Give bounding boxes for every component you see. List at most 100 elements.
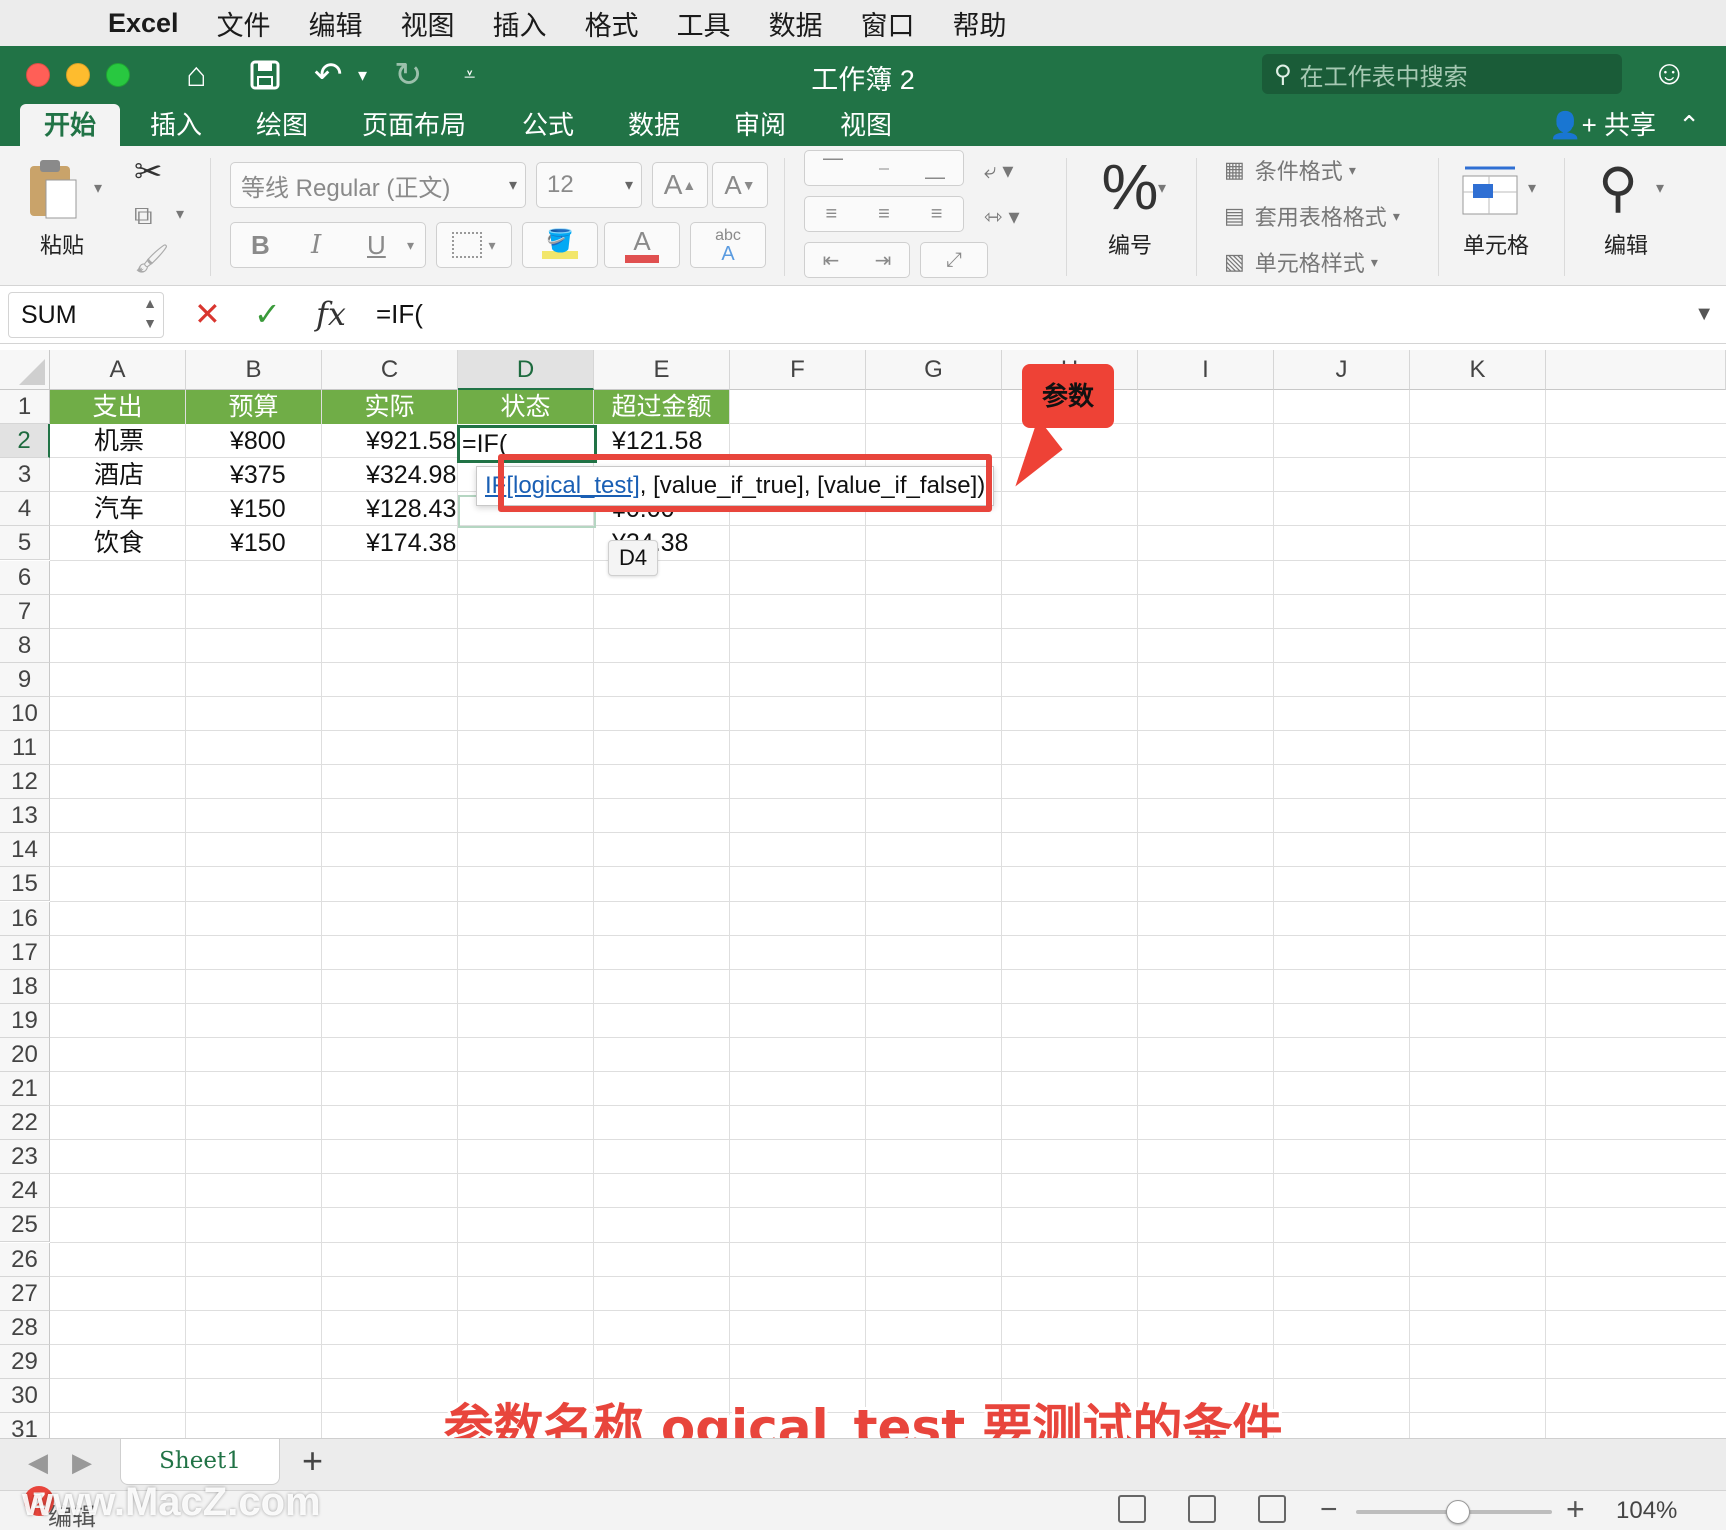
align-center-icon[interactable]: ≡ bbox=[878, 203, 890, 226]
borders-button[interactable]: ▾ bbox=[436, 222, 512, 268]
column-header-f[interactable]: F bbox=[730, 350, 866, 390]
row-header-5[interactable]: 5 bbox=[0, 526, 50, 561]
zoom-out-button[interactable]: − bbox=[1320, 1493, 1338, 1527]
insert-function-icon[interactable]: fx bbox=[316, 294, 346, 334]
row-header-3[interactable]: 3 bbox=[0, 458, 50, 493]
row-header-28[interactable]: 28 bbox=[0, 1310, 50, 1345]
select-all-corner[interactable] bbox=[0, 350, 50, 390]
customize-toolbar-icon[interactable]: ⩡ bbox=[464, 54, 475, 96]
home-icon[interactable]: ⌂ bbox=[186, 54, 207, 96]
paste-button[interactable] bbox=[24, 158, 84, 222]
page-break-view-icon[interactable] bbox=[1258, 1495, 1286, 1523]
header-cell[interactable]: 超过金额 bbox=[594, 390, 729, 424]
bold-button[interactable]: B bbox=[251, 230, 270, 261]
conditional-format-button[interactable]: ▦ 条件格式 ▾ bbox=[1224, 154, 1356, 186]
font-name-select[interactable]: 等线 Regular (正文) ▾ bbox=[230, 162, 526, 208]
row-header-6[interactable]: 6 bbox=[0, 560, 50, 595]
cell-e2[interactable]: ¥121.58 bbox=[612, 424, 702, 458]
cell-c3[interactable]: ¥324.98 bbox=[366, 458, 456, 492]
cell-b4[interactable]: ¥150 bbox=[230, 492, 286, 526]
cell-a4[interactable]: 汽车 bbox=[94, 492, 144, 526]
cell-a2[interactable]: 机票 bbox=[94, 424, 144, 458]
row-header-4[interactable]: 4 bbox=[0, 492, 50, 527]
column-header-e[interactable]: E bbox=[594, 350, 730, 390]
zoom-window-button[interactable] bbox=[106, 63, 130, 87]
row-header-12[interactable]: 12 bbox=[0, 765, 50, 800]
phonetic-button[interactable]: abc A bbox=[690, 222, 766, 268]
minimize-window-button[interactable] bbox=[66, 63, 90, 87]
prev-sheet-icon[interactable]: ◀ bbox=[28, 1447, 48, 1478]
tab-view[interactable]: 视图 bbox=[816, 104, 916, 146]
row-header-14[interactable]: 14 bbox=[0, 833, 50, 868]
row-header-11[interactable]: 11 bbox=[0, 731, 50, 765]
header-cell[interactable]: 状态 bbox=[458, 390, 593, 424]
cell-c2[interactable]: ¥921.58 bbox=[366, 424, 456, 458]
add-sheet-button[interactable]: + bbox=[302, 1441, 323, 1481]
format-painter-icon[interactable]: 🖌 bbox=[134, 242, 170, 275]
row-header-17[interactable]: 17 bbox=[0, 935, 50, 970]
normal-view-icon[interactable] bbox=[1118, 1495, 1146, 1523]
cell-b5[interactable]: ¥150 bbox=[230, 526, 286, 560]
expand-formula-bar-icon[interactable]: ▼ bbox=[1694, 294, 1714, 334]
editing-dropdown-icon[interactable]: ▾ bbox=[1656, 178, 1664, 198]
menu-file[interactable]: 文件 bbox=[217, 4, 271, 43]
cancel-formula-icon[interactable]: ✕ bbox=[194, 294, 221, 334]
menu-format[interactable]: 格式 bbox=[585, 4, 639, 43]
zoom-in-button[interactable]: + bbox=[1566, 1491, 1585, 1528]
row-header-19[interactable]: 19 bbox=[0, 1003, 50, 1038]
align-middle-icon[interactable]: ⎯ bbox=[879, 157, 889, 180]
row-header-27[interactable]: 27 bbox=[0, 1276, 50, 1311]
cell-b2[interactable]: ¥800 bbox=[230, 424, 286, 458]
align-right-icon[interactable]: ≡ bbox=[931, 203, 943, 226]
menu-data[interactable]: 数据 bbox=[769, 4, 823, 43]
search-input[interactable]: ⚲ 在工作表中搜索 bbox=[1262, 54, 1622, 94]
underline-dropdown-icon[interactable]: ▾ bbox=[407, 237, 414, 254]
row-header-26[interactable]: 26 bbox=[0, 1242, 50, 1277]
font-size-select[interactable]: 12 ▾ bbox=[536, 162, 642, 208]
row-header-2[interactable]: 2 bbox=[0, 424, 50, 459]
row-header-7[interactable]: 7 bbox=[0, 594, 50, 629]
cut-icon[interactable]: ✂ bbox=[134, 152, 163, 192]
font-color-button[interactable]: A bbox=[604, 222, 680, 268]
column-header-b[interactable]: B bbox=[186, 350, 322, 390]
feedback-smiley-icon[interactable]: ☺ bbox=[1652, 54, 1687, 93]
align-bottom-icon[interactable]: ⎽ bbox=[925, 157, 945, 180]
cell-c5[interactable]: ¥174.38 bbox=[366, 526, 456, 560]
vertical-align-group[interactable]: ⎺ ⎯ ⎽ bbox=[804, 150, 964, 186]
row-header-20[interactable]: 20 bbox=[0, 1037, 50, 1072]
tab-formulas[interactable]: 公式 bbox=[498, 104, 598, 146]
column-header-j[interactable]: J bbox=[1274, 350, 1410, 390]
name-box[interactable]: SUM ▲ ▼ bbox=[8, 292, 164, 338]
underline-button[interactable]: U bbox=[367, 230, 386, 261]
menu-insert[interactable]: 插入 bbox=[493, 4, 547, 43]
number-dropdown-icon[interactable]: ▾ bbox=[1158, 178, 1166, 198]
tab-data[interactable]: 数据 bbox=[604, 104, 704, 146]
worksheet-grid[interactable]: ABCDEFGHIJK12345678910111213141516171819… bbox=[0, 350, 1726, 1438]
column-header-c[interactable]: C bbox=[322, 350, 458, 390]
increase-indent-icon[interactable]: ⇥ bbox=[875, 248, 892, 273]
row-header-21[interactable]: 21 bbox=[0, 1072, 50, 1106]
cell-a5[interactable]: 饮食 bbox=[94, 526, 144, 560]
fill-color-button[interactable]: 🪣 bbox=[522, 222, 598, 268]
grow-font-button[interactable]: A ▲ bbox=[652, 162, 708, 208]
cell-c4[interactable]: ¥128.43 bbox=[366, 492, 456, 526]
row-header-13[interactable]: 13 bbox=[0, 799, 50, 834]
cells-dropdown-icon[interactable]: ▾ bbox=[1528, 178, 1536, 198]
align-left-icon[interactable]: ≡ bbox=[825, 203, 837, 226]
share-button[interactable]: 👤+ 共享 bbox=[1549, 104, 1656, 146]
italic-button[interactable]: I bbox=[311, 230, 321, 260]
row-header-16[interactable]: 16 bbox=[0, 901, 50, 936]
column-header-k[interactable]: K bbox=[1410, 350, 1546, 390]
redo-icon[interactable]: ↻ bbox=[394, 54, 423, 96]
menu-tools[interactable]: 工具 bbox=[677, 4, 731, 43]
collapse-ribbon-icon[interactable]: ⌃ bbox=[1678, 104, 1700, 146]
find-magnifier-icon[interactable]: ⚲ bbox=[1588, 156, 1648, 220]
column-header-g[interactable]: G bbox=[866, 350, 1002, 390]
close-window-button[interactable] bbox=[26, 63, 50, 87]
horizontal-align-group[interactable]: ≡ ≡ ≡ bbox=[804, 196, 964, 232]
copy-dropdown-icon[interactable]: ▾ bbox=[176, 204, 184, 224]
row-header-1[interactable]: 1 bbox=[0, 390, 50, 424]
enter-formula-icon[interactable]: ✓ bbox=[254, 294, 281, 334]
menu-window[interactable]: 窗口 bbox=[861, 4, 915, 43]
decrease-indent-icon[interactable]: ⇤ bbox=[823, 248, 840, 273]
